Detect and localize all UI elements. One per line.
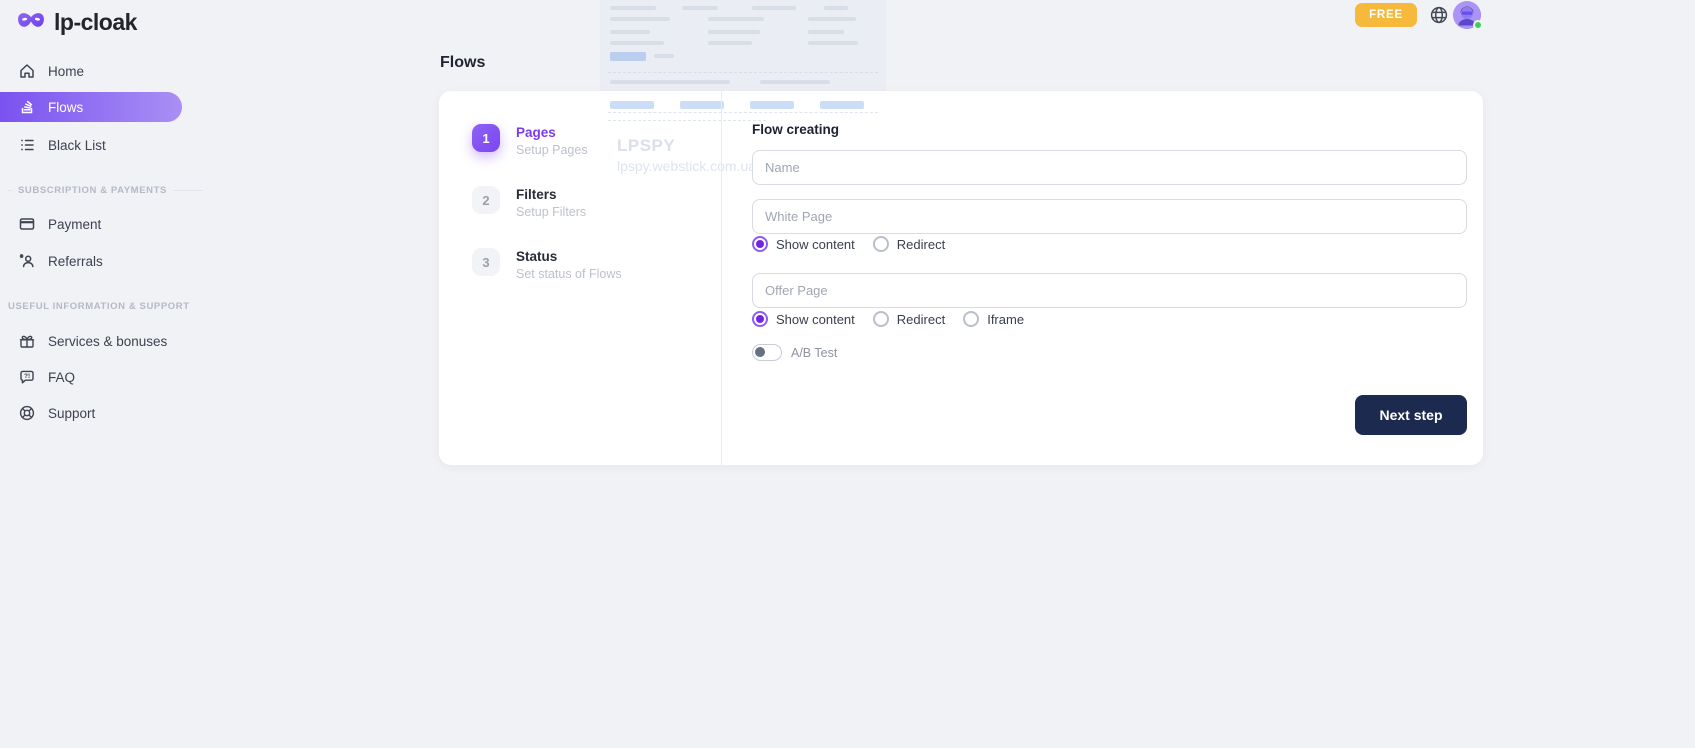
toggle-off-icon bbox=[752, 344, 782, 361]
brand-name: lp-cloak bbox=[54, 9, 137, 36]
step-subtitle: Setup Pages bbox=[516, 143, 588, 157]
sidebar-item-referrals[interactable]: Referrals bbox=[0, 245, 190, 277]
ab-test-toggle[interactable]: A/B Test bbox=[752, 344, 837, 361]
radio-selected-icon bbox=[752, 311, 768, 327]
credit-card-icon bbox=[18, 215, 36, 233]
radio-offer-redirect[interactable]: Redirect bbox=[873, 311, 945, 327]
globe-icon[interactable] bbox=[1429, 5, 1449, 25]
sidebar-item-support[interactable]: Support bbox=[0, 397, 190, 429]
sidebar-item-label: Home bbox=[48, 64, 84, 79]
white-page-input[interactable] bbox=[752, 199, 1467, 234]
flows-icon bbox=[18, 98, 36, 116]
referrals-icon bbox=[18, 252, 36, 270]
form-heading: Flow creating bbox=[752, 122, 839, 137]
sidebar-item-label: FAQ bbox=[48, 370, 75, 385]
sidebar-item-faq[interactable]: ?! FAQ bbox=[0, 361, 190, 393]
avatar[interactable] bbox=[1453, 1, 1481, 29]
sidebar-item-home[interactable]: Home bbox=[0, 55, 190, 87]
list-icon bbox=[18, 136, 36, 154]
step-title: Pages bbox=[516, 124, 588, 140]
flow-creating-card: 1 Pages Setup Pages 2 Filters Setup Filt… bbox=[439, 91, 1483, 465]
watermark-form-skeleton bbox=[600, 0, 886, 91]
ab-test-label: A/B Test bbox=[791, 346, 837, 360]
app-root: lp-cloak Home Flows bbox=[0, 0, 1695, 748]
page-title: Flows bbox=[440, 54, 485, 72]
offer-page-input[interactable] bbox=[752, 273, 1467, 308]
sidebar-item-label: Payment bbox=[48, 217, 101, 232]
sidebar-item-flows[interactable]: Flows bbox=[0, 92, 182, 122]
plan-badge[interactable]: FREE bbox=[1355, 3, 1417, 27]
next-step-button[interactable]: Next step bbox=[1355, 395, 1467, 435]
sidebar-item-label: Black List bbox=[48, 138, 106, 153]
step-subtitle: Set status of Flows bbox=[516, 267, 622, 281]
step-status[interactable]: 3 Status Set status of Flows bbox=[472, 248, 622, 281]
radio-unselected-icon bbox=[963, 311, 979, 327]
sidebar-section-label: Subscription & Payments bbox=[18, 185, 167, 196]
offer-page-mode-group: Show content Redirect Iframe bbox=[752, 311, 1024, 327]
radio-unselected-icon bbox=[873, 311, 889, 327]
step-filters[interactable]: 2 Filters Setup Filters bbox=[472, 186, 586, 219]
name-input[interactable] bbox=[752, 150, 1467, 185]
sidebar-section-subscription: Subscription & Payments bbox=[8, 185, 203, 196]
step-number-badge: 1 bbox=[472, 124, 500, 152]
step-title: Filters bbox=[516, 186, 586, 202]
brand-logo[interactable]: lp-cloak bbox=[16, 8, 137, 37]
radio-unselected-icon bbox=[873, 236, 889, 252]
gift-icon bbox=[18, 332, 36, 350]
sidebar-item-label: Support bbox=[48, 406, 95, 421]
sidebar-item-payment[interactable]: Payment bbox=[0, 208, 190, 240]
panel-divider bbox=[721, 91, 722, 465]
home-icon bbox=[18, 62, 36, 80]
faq-icon: ?! bbox=[18, 368, 36, 386]
white-page-mode-group: Show content Redirect bbox=[752, 236, 945, 252]
sidebar-item-label: Flows bbox=[48, 100, 83, 115]
step-subtitle: Setup Filters bbox=[516, 205, 586, 219]
sidebar-item-services-bonuses[interactable]: Services & bonuses bbox=[0, 325, 190, 357]
radio-offer-iframe[interactable]: Iframe bbox=[963, 311, 1024, 327]
radio-white-show-content[interactable]: Show content bbox=[752, 236, 855, 252]
online-status-dot bbox=[1473, 20, 1483, 30]
support-icon bbox=[18, 404, 36, 422]
radio-selected-icon bbox=[752, 236, 768, 252]
step-number-badge: 2 bbox=[472, 186, 500, 214]
radio-white-redirect[interactable]: Redirect bbox=[873, 236, 945, 252]
sidebar-item-label: Services & bonuses bbox=[48, 334, 167, 349]
svg-text:?!: ?! bbox=[24, 373, 30, 380]
sidebar-section-label: Useful information & Support bbox=[8, 301, 190, 312]
sidebar-item-label: Referrals bbox=[48, 254, 103, 269]
sidebar-item-black-list[interactable]: Black List bbox=[0, 129, 190, 161]
sidebar-section-support: Useful information & Support bbox=[8, 301, 190, 312]
step-title: Status bbox=[516, 248, 622, 264]
step-pages[interactable]: 1 Pages Setup Pages bbox=[472, 124, 588, 157]
radio-offer-show-content[interactable]: Show content bbox=[752, 311, 855, 327]
step-number-badge: 3 bbox=[472, 248, 500, 276]
mask-icon bbox=[16, 8, 46, 37]
